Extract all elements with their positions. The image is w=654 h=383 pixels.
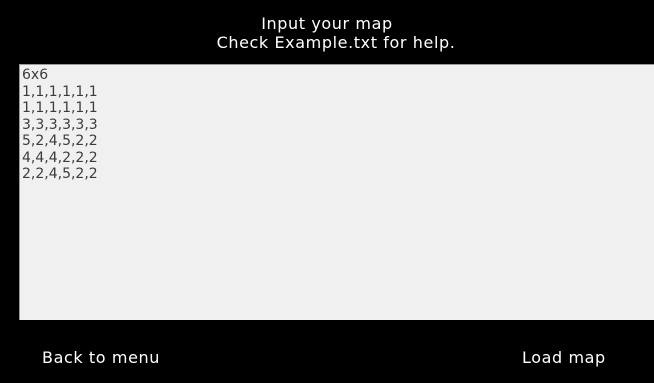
back-to-menu-button[interactable]: Back to menu <box>42 348 160 368</box>
load-map-button[interactable]: Load map <box>522 348 606 368</box>
map-line: 1,1,1,1,1,1 <box>22 83 98 100</box>
map-line: 3,3,3,3,3,3 <box>22 116 98 133</box>
map-line: 1,1,1,1,1,1 <box>22 100 98 116</box>
map-input-screen: Input your map Check Example.txt for hel… <box>0 0 654 383</box>
header: Input your map Check Example.txt for hel… <box>0 14 654 52</box>
map-line: 6x6 <box>22 67 49 83</box>
instruction-title: Input your map <box>261 14 393 33</box>
map-line: 5,2,4,5,2,2 <box>22 133 98 149</box>
instruction-help: Check Example.txt for help. <box>216 33 456 52</box>
map-text-input[interactable]: 6x6 1,1,1,1,1,1 1,1,1,1,1,1 3,3,3,3,3,3 … <box>19 64 654 320</box>
map-line: 4,4,4,2,2,2 <box>22 149 98 166</box>
map-line: 2,2,4,5,2,2 <box>22 166 98 182</box>
